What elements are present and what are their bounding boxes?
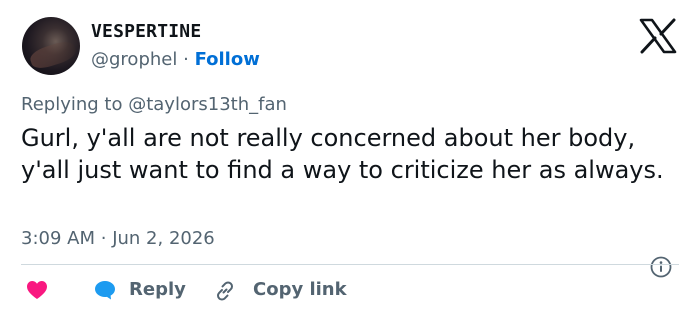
heart-icon[interactable] <box>26 280 48 300</box>
handle-separator: · <box>183 49 189 70</box>
divider <box>21 264 679 265</box>
tweet-date: Jun 2, 2026 <box>112 228 215 249</box>
author-handle[interactable]: @grophel <box>91 49 177 70</box>
timestamp-separator: · <box>100 228 107 249</box>
link-icon[interactable] <box>214 280 236 302</box>
reply-button[interactable]: Reply <box>129 279 186 300</box>
copy-link-button[interactable]: Copy link <box>253 279 347 300</box>
tweet-text: Gurl, y'all are not really concerned abo… <box>21 124 664 184</box>
author-name[interactable]: VESPERTINE <box>91 21 201 42</box>
x-logo-icon[interactable] <box>638 18 678 54</box>
tweet-time: 3:09 AM <box>21 228 95 249</box>
reply-bubble-icon[interactable] <box>94 280 116 300</box>
info-icon[interactable] <box>650 256 672 278</box>
replying-prefix: Replying to <box>21 94 123 115</box>
follow-button[interactable]: Follow <box>195 49 260 70</box>
avatar[interactable] <box>22 17 80 75</box>
author-handle-row: @grophel · Follow <box>91 49 260 70</box>
reply-mention-link[interactable]: @taylors13th_fan <box>128 94 287 115</box>
replying-to-line: Replying to @taylors13th_fan <box>21 94 287 115</box>
action-bar: Reply Copy link <box>0 276 700 306</box>
tweet-timestamp[interactable]: 3:09 AM · Jun 2, 2026 <box>21 228 215 249</box>
